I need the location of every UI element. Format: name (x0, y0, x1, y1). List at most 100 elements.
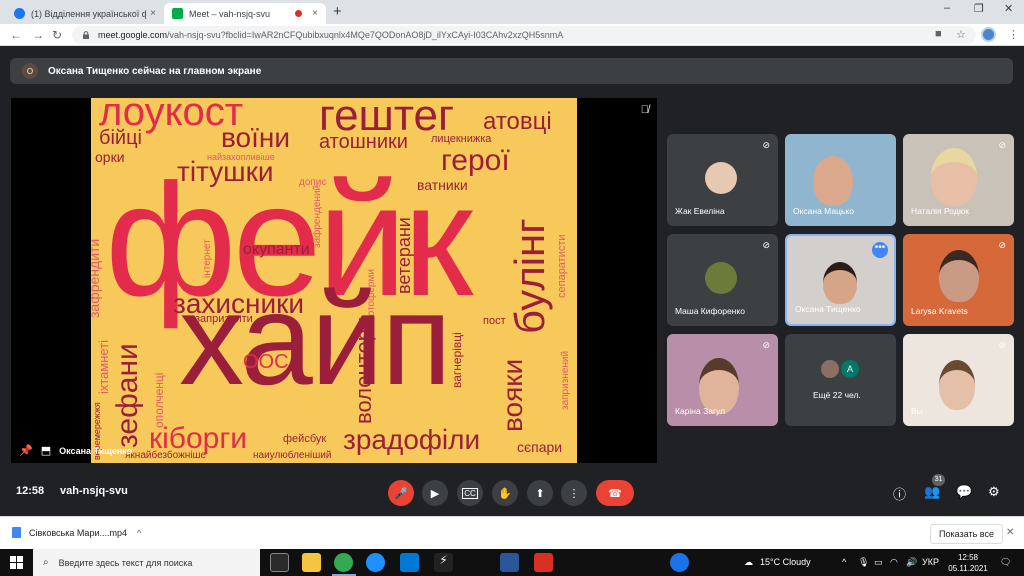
tab-meet[interactable]: Meet – vah-nsjq-svu × (164, 3, 326, 24)
notifications-icon[interactable]: 🗨 (1000, 557, 1011, 568)
participant-tile[interactable]: ⊘ Жак Евеліна (667, 134, 778, 226)
close-window-button[interactable]: ✕ (1004, 2, 1013, 15)
activities-icon[interactable]: ⚙ (988, 484, 1000, 500)
participant-name: Маша Кифоренко (675, 306, 745, 316)
mic-off-icon: ⊘ (998, 140, 1006, 150)
tab-title: Meet – vah-nsjq-svu (189, 8, 271, 19)
reload-icon[interactable]: ↻ (52, 28, 62, 42)
present-button[interactable]: ⬆ (527, 480, 553, 506)
participant-name: Жак Евеліна (675, 206, 725, 216)
wifi-icon[interactable]: ◠ (890, 557, 898, 568)
minimize-button[interactable]: – (944, 2, 950, 14)
windows-start-icon[interactable] (10, 556, 23, 569)
task-view-icon[interactable] (270, 553, 289, 572)
raise-hand-button[interactable]: ✋ (492, 480, 518, 506)
winamp-icon[interactable]: ⚡ (434, 553, 453, 572)
network-icon[interactable]: ▭ (874, 557, 883, 568)
mic-toggle-button[interactable]: 🎤 (388, 480, 414, 506)
profile-avatar[interactable] (981, 27, 996, 42)
bookmark-star-icon[interactable]: ☆ (956, 28, 966, 41)
participant-video (813, 156, 853, 206)
word-icon[interactable] (500, 553, 519, 572)
phone-hangup-icon: ☎ (608, 487, 622, 500)
participant-tile[interactable]: ⊘ Каріна Загул (667, 334, 778, 426)
chevron-up-icon[interactable]: ^ (842, 557, 846, 567)
meeting-code: vah-nsjq-svu (60, 485, 128, 497)
avatar (821, 360, 839, 378)
close-tab-icon[interactable]: × (150, 8, 156, 19)
info-icon[interactable]: ⓘ (893, 484, 906, 503)
main-screen-share[interactable]: лоукост гештег атовці бійці воїни атошни… (11, 98, 657, 463)
participant-video (931, 148, 977, 206)
edge-icon[interactable] (366, 553, 385, 572)
present-icon[interactable]: ⬒ (41, 444, 51, 457)
participant-tile-self[interactable]: ⊘ Вы (903, 334, 1014, 426)
taskbar-search[interactable]: ⌕ Введите здесь текст для поиска (33, 549, 260, 576)
chrome-icon[interactable] (334, 553, 353, 572)
tab-facebook[interactable]: (1) Відділення української філол × (6, 3, 164, 24)
kebab-icon: ⋮ (568, 487, 580, 500)
hand-icon: ✋ (498, 487, 512, 500)
url-path: /vah-nsjq-svu?fbclid=IwAR2nCFQubibxuqnlx… (167, 30, 564, 40)
search-placeholder: Введите здесь текст для поиска (58, 557, 193, 568)
file-icon (12, 527, 21, 538)
new-tab-button[interactable]: + (333, 3, 342, 20)
cloud-word: фейсбук (283, 433, 327, 445)
leave-call-button[interactable]: ☎ (596, 480, 634, 506)
participant-name: Larysa Kravets (911, 306, 968, 316)
meeting-controls: 12:58 vah-nsjq-svu 🎤 ▶ CC ✋ ⬆ ⋮ ☎ ⓘ 31 👥… (0, 472, 1024, 512)
mic-off-icon: ⊘ (762, 140, 770, 150)
participant-video (939, 360, 975, 410)
pin-icon[interactable]: 📌 (19, 444, 33, 457)
menu-kebab-icon[interactable]: ⋮ (1008, 28, 1019, 41)
camera-indicator-icon[interactable]: ■ (935, 28, 942, 40)
cloud-word: зафрендений (312, 184, 323, 248)
microphone-icon[interactable]: 🎙 (858, 557, 869, 568)
participant-tile[interactable]: ⊘ Larysa Kravets (903, 234, 1014, 326)
input-language[interactable]: УКР (922, 557, 939, 567)
show-all-button[interactable]: Показать все (930, 524, 1003, 544)
system-clock[interactable]: 12:58 05.11.2021 (946, 552, 990, 574)
presenter-name: Оксана Тищенко (59, 445, 133, 456)
cloud-word: атовці (483, 108, 552, 135)
participant-tile-more[interactable]: А Ещё 22 чел. (785, 334, 896, 426)
participant-tile[interactable]: ⊘ Наталія Родюк (903, 134, 1014, 226)
forward-icon[interactable]: → (32, 28, 44, 42)
download-bar: Сівковська Мари....mp4 ^ Показать все ✕ (0, 516, 1024, 549)
help-icon[interactable] (670, 553, 689, 572)
cloud-word: зрадофіли (343, 424, 481, 455)
close-download-bar-icon[interactable]: ✕ (1006, 527, 1014, 538)
people-icon[interactable]: 👥 (924, 484, 940, 500)
participant-tile[interactable]: ••• Оксана Тищенко (785, 234, 896, 326)
cloud-word: сєпари (517, 439, 563, 455)
more-options-button[interactable]: ••• (872, 242, 888, 258)
more-options-button[interactable]: ⋮ (561, 480, 587, 506)
cloud-word: зефани (111, 343, 144, 448)
download-item[interactable]: Сівковська Мари....mp4 ^ (12, 527, 141, 538)
back-icon[interactable]: ← (10, 28, 22, 42)
volume-icon[interactable]: 🔊 (906, 557, 917, 568)
mail-icon[interactable] (400, 553, 419, 572)
url-host: meet.google.com (98, 30, 168, 40)
cloud-word: ополченці (152, 372, 166, 428)
app-icon[interactable] (534, 553, 553, 572)
mic-off-icon: 🎙̸ (640, 104, 649, 116)
present-icon: ⬆ (535, 487, 545, 500)
maximize-button[interactable]: ❐ (974, 2, 984, 15)
participant-tile[interactable]: ⊘ Маша Кифоренко (667, 234, 778, 326)
captions-button[interactable]: CC (457, 480, 483, 506)
cloud-word: пост (483, 315, 506, 327)
participant-name: Наталія Родюк (911, 206, 969, 216)
url-field[interactable]: meet.google.com/vah-nsjq-svu?fbclid=IwAR… (72, 26, 976, 44)
close-tab-icon[interactable]: × (312, 8, 318, 19)
chevron-up-icon[interactable]: ^ (137, 528, 141, 538)
captions-icon: CC (462, 487, 478, 499)
meeting-time: 12:58 (16, 485, 45, 497)
avatar: О (22, 63, 38, 79)
file-explorer-icon[interactable] (302, 553, 321, 572)
chat-icon[interactable]: 💬 (956, 484, 972, 500)
weather-text[interactable]: 15°C Cloudy (760, 557, 811, 567)
cloud-word: якнайбезбожніше (125, 450, 207, 461)
camera-toggle-button[interactable]: ▶ (422, 480, 448, 506)
participant-tile[interactable]: Оксана Мацько (785, 134, 896, 226)
